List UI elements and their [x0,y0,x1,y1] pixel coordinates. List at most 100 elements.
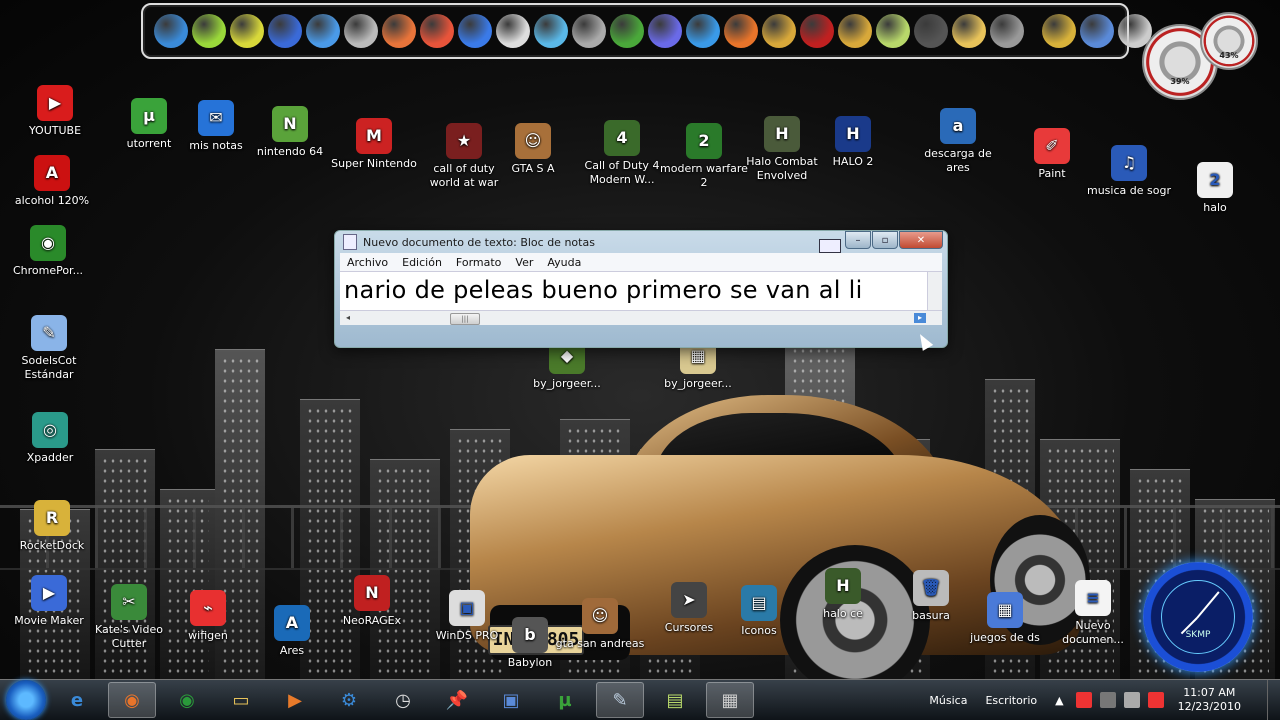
dock-usb-icon[interactable] [496,14,530,48]
ram-gauge-widget[interactable]: 43% [1200,12,1258,70]
car-roof [620,395,950,515]
desktop-icon-wifigen[interactable]: ⌁ wifigen [163,590,253,643]
tray-clock[interactable]: 11:07 AM 12/23/2010 [1178,686,1241,714]
desktop-icon-chromeportable[interactable]: ◉ ChromePor... [3,225,93,278]
notepad-text-area[interactable]: nario de peleas bueno primero se van al … [340,272,942,310]
taskbar-chrome-button[interactable]: ◉ [164,683,210,717]
taskbar-settings-button[interactable]: ⚙ [326,683,372,717]
maximize-button[interactable]: ▫ [872,231,898,249]
scroll-left-arrow[interactable]: ◂ [342,313,354,323]
desktop-icon-sodelscot[interactable]: ✎ SodelsCot Estándar [4,315,94,382]
dock-folder-icon[interactable] [952,14,986,48]
desktop-icon-katesvideo[interactable]: ✂ Kate's Video Cutter [84,584,174,651]
desktop-icon-label: gta san andreas [555,637,645,650]
desktop-icon-youtube[interactable]: ▶ YOUTUBE [10,85,100,138]
notepad-window[interactable]: Nuevo documento de texto: Bloc de notas … [334,230,948,348]
dock-gamepad-icon[interactable] [648,14,682,48]
start-button[interactable] [6,680,46,720]
taskbar-mediaplayer-button[interactable]: ▶ [272,683,318,717]
desktop-icon-mw2[interactable]: 2 modern warfare 2 [659,123,749,190]
desktop-icon-juegosdeds[interactable]: ▦ juegos de ds [960,592,1050,645]
desktop-icon-musicadesogr[interactable]: ♫ musica de sogr [1084,145,1174,198]
menu-archivo[interactable]: Archivo [340,256,395,269]
desktop-icon-moviemaker[interactable]: ▶ Movie Maker [4,575,94,628]
scroll-thumb[interactable]: ||| [450,313,480,325]
dock-rocketdock-icon[interactable] [154,14,188,48]
toolbar-escritorio[interactable]: Escritorio [985,694,1037,707]
desktop-icon-supernintendo[interactable]: M Super Nintendo [329,118,419,171]
dock-ie-icon[interactable] [686,14,720,48]
taskbar-monitor-button[interactable]: ▣ [488,683,534,717]
supernintendo-icon: M [356,118,392,154]
taskbar-camera-button[interactable]: ▦ [706,682,754,718]
iconos-icon: ▤ [741,585,777,621]
desktop-icon-nuevodocumento[interactable]: ≡ Nuevo documen... [1048,580,1138,647]
dock-camera-icon[interactable] [344,14,378,48]
menu-formato[interactable]: Formato [449,256,509,269]
menu-ayuda[interactable]: Ayuda [540,256,588,269]
minimize-button[interactable]: – [845,231,871,249]
desktop-icon-nintendo64[interactable]: Nnintendo 64 [245,106,335,159]
dock-firefox-icon[interactable] [724,14,758,48]
antivirus-icon[interactable] [1147,692,1164,708]
dock-download-icon[interactable] [800,14,834,48]
chromeportable-icon: ◉ [30,225,66,261]
flag-icon[interactable] [1075,692,1092,708]
desktop-icon-label: NeoRAGEx [342,614,402,627]
dock-folder-blue-icon[interactable] [1080,14,1114,48]
dock-xpadder-icon[interactable] [230,14,264,48]
horizontal-scrollbar[interactable]: ◂ ||| ▸ [340,310,942,325]
clock-widget[interactable]: SKMP [1143,562,1253,672]
dock-hammer-icon[interactable] [1042,14,1076,48]
desktop-icon-gtasa[interactable]: ☺ GTA S A [488,123,578,176]
desktop-icon-halo2[interactable]: H HALO 2 [808,116,898,169]
toolbar-musica[interactable]: Música [929,694,967,707]
menu-ver[interactable]: Ver [508,256,540,269]
dock-chrome-icon[interactable] [762,14,796,48]
vertical-scrollbar[interactable] [927,272,942,310]
network-icon[interactable] [1099,692,1116,708]
taskbar-buttons: e ◉ ◉ ▭ ▶ ⚙ ◷ 📌 ▣ µ ✎ ▤ ▦ [46,682,754,718]
dock-chrome-green-icon[interactable] [610,14,644,48]
menu-edicin[interactable]: Edición [395,256,449,269]
desktop-icon-aresdesk[interactable]: A Ares [247,605,337,658]
taskbar-firefox-button[interactable]: ◉ [108,682,156,718]
clock-brand: SKMP [1185,630,1211,640]
desktop-icon-cod4[interactable]: 4 Call of Duty 4 Modern W... [577,120,667,187]
desktop-icon-alcohol[interactable]: Aalcohol 120% [7,155,97,208]
taskbar-pin-button[interactable]: 📌 [434,683,480,717]
tray-expand-icon[interactable]: ▲ [1055,694,1063,707]
desktop-icon-neorageex[interactable]: N NeoRAGEx [327,575,417,628]
scroll-right-arrow[interactable]: ▸ [914,313,926,323]
dock-itunes-icon[interactable] [534,14,568,48]
taskbar-notepad-button[interactable]: ✎ [596,682,644,718]
volume-icon[interactable] [1123,692,1140,708]
dock-guitar-icon[interactable] [838,14,872,48]
close-button[interactable]: ✕ [899,231,943,249]
rocketdock-bar [141,3,1152,59]
taskbar-utorrent-button[interactable]: µ [542,683,588,717]
dock-hand-icon[interactable] [382,14,416,48]
desktop-icon-rocketdock[interactable]: R RocketDock [7,500,97,553]
desktop-icon-xpadder[interactable]: ◎ Xpadder [5,412,95,465]
halocombat-icon: H [764,116,800,152]
taskbar-ie-button[interactable]: e [54,683,100,717]
taskbar-explorer-button[interactable]: ▭ [218,683,264,717]
dock-note-icon[interactable] [876,14,910,48]
dock-tools-icon[interactable] [572,14,606,48]
dock-bolt-icon[interactable] [458,14,492,48]
dock-film-icon[interactable] [914,14,948,48]
taskbar-clockapp-button[interactable]: ◷ [380,683,426,717]
dock-eraser-icon[interactable] [990,14,1024,48]
desktop-icon-ares[interactable]: a descarga de ares [913,108,1003,175]
dock-cursor-icon[interactable] [306,14,340,48]
desktop-icon-iconos[interactable]: ▤ Iconos [714,585,804,638]
desktop-icon-halo[interactable]: 2 halo [1170,162,1260,215]
dock-safari-icon[interactable] [268,14,302,48]
desktop-icon-haloce[interactable]: Hhalo ce [798,568,888,621]
dock-firefox-red-icon[interactable] [420,14,454,48]
show-desktop-button[interactable] [1267,680,1280,720]
dock-nvidia-icon[interactable] [192,14,226,48]
taskbar-notes-button[interactable]: ▤ [652,683,698,717]
desktop-icon-gtasanandreas[interactable]: ☺ gta san andreas [555,598,645,651]
